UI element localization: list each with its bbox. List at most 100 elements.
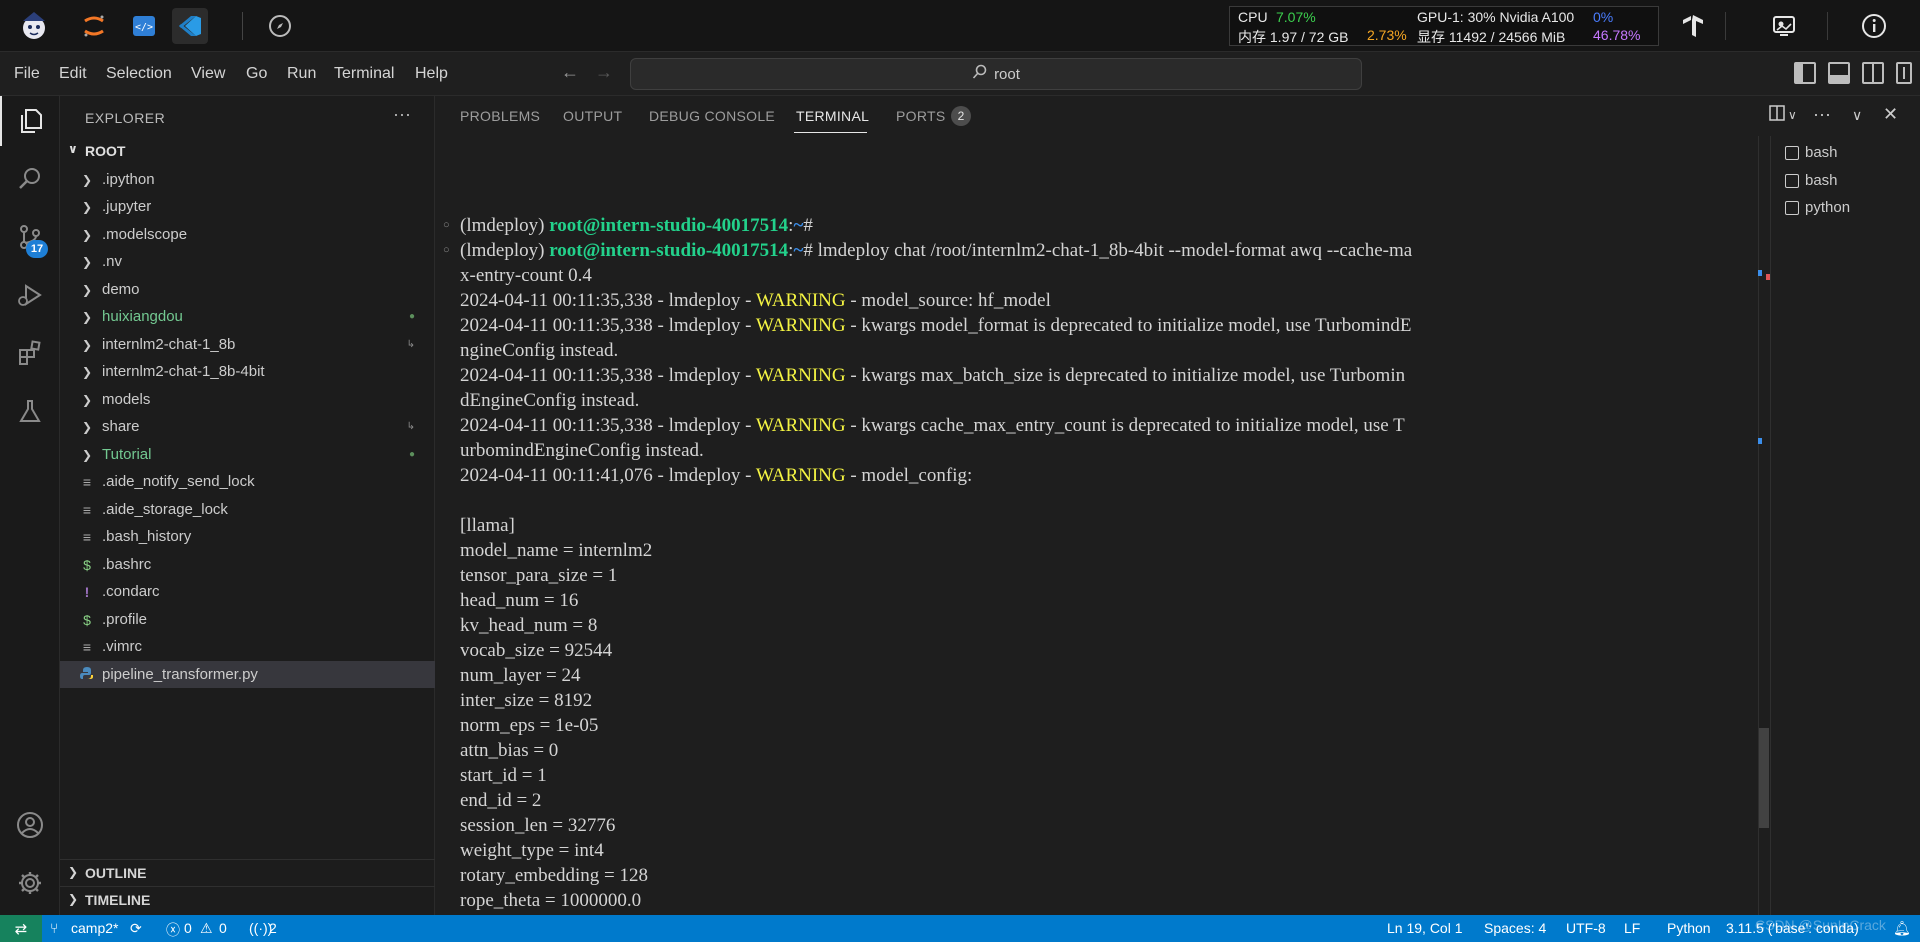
menu-run[interactable]: Run [287,65,316,83]
file-bash-history[interactable]: ≡ .bash_history [60,523,435,550]
toggle-panel-icon[interactable] [1828,62,1850,84]
folder-modelscope[interactable]: ❯ .modelscope [60,221,435,248]
cursor-position[interactable]: Ln 19, Col 1 [1387,920,1463,936]
menu-help[interactable]: Help [415,65,448,83]
chevron-right-icon: ❯ [82,392,93,407]
root-folder-label: ROOT [85,143,126,159]
tab-debug-console[interactable]: DEBUG CONSOLE [649,108,775,124]
mascot-logo-icon[interactable] [16,8,52,44]
folder-nv[interactable]: ❯ .nv [60,248,435,275]
folder-models[interactable]: ❯ models [60,386,435,413]
testing-flask-icon[interactable] [0,386,60,436]
file-profile[interactable]: $ .profile [60,606,435,633]
tab-terminal[interactable]: TERMINAL [796,108,869,124]
log-prefix: 2024-04-11 00:11:35,338 - lmdeploy - [460,415,756,436]
terminal-line: (lmdeploy) root@intern-studio-40017514:~… [460,213,818,238]
toggle-secondary-sidebar-icon[interactable] [1862,62,1884,84]
remote-indicator-icon[interactable]: ⇄ [0,915,42,942]
outline-section[interactable]: ❯ OUTLINE [60,859,435,886]
back-arrow-icon[interactable]: ← [561,62,579,83]
code-icon[interactable]: </> [126,8,162,44]
terminal-tab-python[interactable]: python [1785,199,1850,216]
chevron-right-icon: ❯ [82,309,93,324]
menu-view[interactable]: View [191,65,225,83]
folder-demo[interactable]: ❯ demo [60,276,435,303]
yaml-file-icon: ! [84,583,90,600]
chevron-down-icon[interactable]: ∨ [1852,107,1862,124]
sync-icon[interactable]: ⟳ [130,920,142,937]
close-icon[interactable]: ✕ [1883,104,1898,125]
ports-count-badge: 2 [951,106,971,126]
tensorflow-icon[interactable] [1677,10,1709,42]
more-actions-icon[interactable]: ··· [393,104,411,125]
encoding[interactable]: UTF-8 [1566,920,1606,936]
root-folder[interactable]: ∨ ROOT [60,138,435,164]
customize-layout-icon[interactable] [1896,62,1912,84]
account-icon[interactable] [0,800,60,850]
folder-jupyter[interactable]: ❯ .jupyter [60,193,435,220]
settings-gear-icon[interactable] [0,858,60,908]
terminal-tab-bash[interactable]: bash [1785,172,1838,189]
terminal-dropdown-icon[interactable]: ∨ [1788,108,1797,122]
indentation[interactable]: Spaces: 4 [1484,920,1546,936]
forwarded-ports-count[interactable]: 2 [269,920,277,936]
tab-output[interactable]: OUTPUT [563,108,622,124]
error-count[interactable]: 0 [184,920,192,936]
config-line: vocab_size = 92544 [460,640,613,661]
menu-selection[interactable]: Selection [106,65,172,83]
folder-huixiangdou[interactable]: ❯ huixiangdou ● [60,303,435,330]
warning-count[interactable]: 0 [219,920,227,936]
warning-icon[interactable]: ⚠ [200,920,213,937]
folder-label: share [102,418,140,435]
log-prefix: 2024-04-11 00:11:35,338 - lmdeploy - [460,290,756,311]
text-file-icon: ≡ [82,638,92,655]
source-control-icon[interactable]: 17 [0,212,60,262]
folder-internlm2-chat-1_8b[interactable]: ❯ internlm2-chat-1_8b ↳ [60,331,435,358]
split-terminal-icon[interactable] [1768,104,1786,127]
config-line: end_id = 2 [460,790,542,811]
git-branch[interactable]: camp2* [71,920,118,936]
folder-tutorial[interactable]: ❯ Tutorial ● [60,441,435,468]
more-actions-icon[interactable]: ··· [1813,104,1831,125]
file-aide-notify-send-lock[interactable]: ≡ .aide_notify_send_lock [60,468,435,495]
tab-problems[interactable]: PROBLEMS [460,108,540,124]
tab-ports[interactable]: PORTS [896,108,945,124]
compass-icon[interactable] [262,8,298,44]
folder-ipython[interactable]: ❯ .ipython [60,166,435,193]
file-vimrc[interactable]: ≡ .vimrc [60,633,435,660]
file-aide-storage-lock[interactable]: ≡ .aide_storage_lock [60,496,435,523]
search-icon[interactable] [0,154,60,204]
file-pipeline-transformer-py[interactable]: pipeline_transformer.py [60,661,435,688]
language-mode[interactable]: Python [1667,920,1711,936]
command-center-search[interactable]: root [630,58,1362,90]
toggle-primary-sidebar-icon[interactable] [1794,62,1816,84]
terminal-line: (lmdeploy) root@intern-studio-40017514:~… [460,238,1412,263]
command-text: lmdeploy chat /root/internlm2-chat-1_8b-… [817,240,1413,261]
file-condarc[interactable]: ! .condarc [60,578,435,605]
active-tab-indicator [794,132,867,133]
menu-terminal[interactable]: Terminal [334,65,394,83]
folder-internlm2-chat-1_8b-4bit[interactable]: ❯ internlm2-chat-1_8b-4bit [60,358,435,385]
forward-arrow-icon[interactable]: → [595,62,613,83]
extensions-icon[interactable] [0,328,60,378]
jupyter-icon[interactable] [76,8,112,44]
error-icon[interactable]: ⓧ [166,920,180,940]
vscode-icon[interactable] [172,8,208,44]
terminal-output[interactable]: ○ (lmdeploy) root@intern-studio-40017514… [435,136,1760,915]
monitor-icon[interactable] [1768,10,1800,42]
scrollbar-thumb[interactable] [1759,728,1769,828]
menu-go[interactable]: Go [246,65,267,83]
menu-edit[interactable]: Edit [59,65,87,83]
file-bashrc[interactable]: $ .bashrc [60,551,435,578]
info-icon[interactable] [1858,10,1890,42]
notifications-bell-icon[interactable]: 🔔︎ [1893,920,1911,937]
source-control-badge: 17 [26,240,48,258]
explorer-icon[interactable] [0,96,60,146]
terminal-tab-bash[interactable]: bash [1785,144,1838,161]
folder-share[interactable]: ❯ share ↳ [60,413,435,440]
panel-tab-bar: PROBLEMS OUTPUT DEBUG CONSOLE TERMINAL P… [435,96,1920,136]
run-debug-icon[interactable] [0,270,60,320]
end-of-line[interactable]: LF [1624,920,1640,936]
menu-file[interactable]: File [14,65,40,83]
timeline-section[interactable]: ❯ TIMELINE [60,886,435,913]
